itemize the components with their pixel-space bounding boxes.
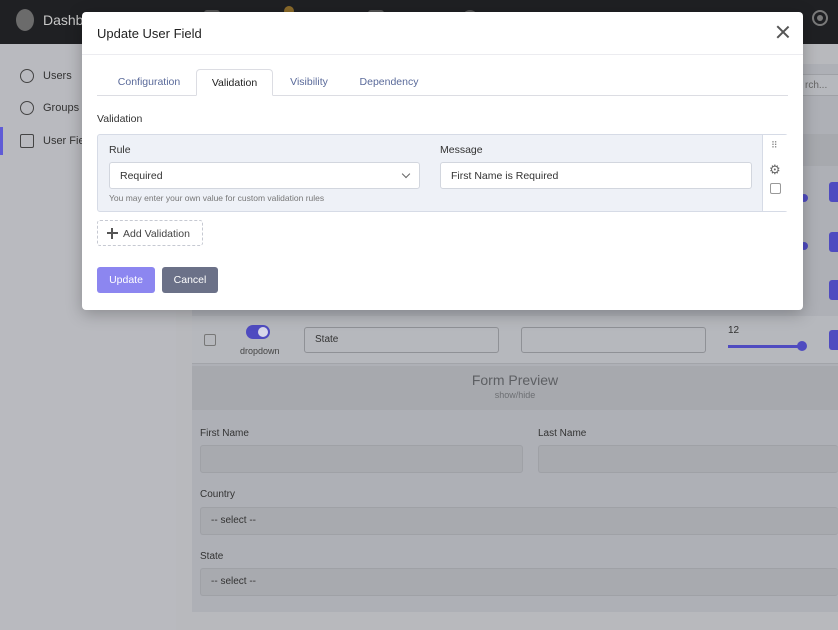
tab-validation[interactable]: Validation [196,69,273,96]
message-label: Message [440,144,483,156]
validation-rule-row: Rule Message Required First Name is Requ… [97,134,788,212]
state-label: State [200,551,224,562]
rule-label: Rule [109,144,131,156]
checkbox-icon [20,134,34,148]
tab-visibility[interactable]: Visibility [287,69,331,96]
first-name-label: First Name [200,428,249,439]
update-button[interactable]: Update [97,267,155,293]
plus-icon [107,228,118,239]
first-name-field[interactable] [200,445,523,473]
row-action-button[interactable] [829,182,838,202]
form-preview-toggle[interactable]: show/hide [192,390,838,400]
sidebar-item-label: Groups [43,102,80,114]
modal-title: Update User Field [97,26,202,41]
width-slider[interactable] [728,341,807,351]
sidebar-item-label: Users [43,70,72,82]
cancel-button[interactable]: Cancel [162,267,218,293]
sidebar-item-label: User Fie [43,135,85,147]
country-label: Country [200,489,236,500]
field-name-input[interactable]: State [304,327,499,353]
user-icon [20,69,34,83]
tab-configuration[interactable]: Configuration [115,69,183,96]
add-validation-button[interactable]: Add Validation [97,220,203,246]
row-action-button[interactable] [829,330,838,350]
country-select[interactable]: -- select -- [200,507,838,535]
row-select-checkbox[interactable] [770,183,781,194]
form-preview-title: Form Preview [471,372,559,388]
row-action-button[interactable] [829,232,838,252]
field-type-label: dropdown [240,346,280,356]
row-action-button[interactable] [829,280,838,300]
table-row [192,316,838,364]
slider-value: 12 [728,325,740,336]
chevron-down-icon [401,169,411,179]
update-user-field-modal: Update User Field Configuration Validati… [82,12,803,310]
tab-dependency[interactable]: Dependency [358,69,420,96]
row-checkbox[interactable] [204,334,216,346]
form-preview-header[interactable]: Form Preview show/hide [192,366,838,410]
search-input[interactable]: rch... [800,74,838,96]
section-label: Validation [97,113,143,125]
rule-select[interactable]: Required [109,162,420,189]
row-actions: ⠿ ⚙ [762,135,788,211]
gear-icon[interactable]: ⚙ [769,163,781,176]
state-select[interactable]: -- select -- [200,568,838,596]
groups-icon [20,101,34,115]
close-icon[interactable] [776,25,790,39]
modal-tabs: Configuration Validation Visibility Depe… [97,69,788,96]
message-input[interactable]: First Name is Required [440,162,752,189]
logo-icon[interactable] [16,9,34,31]
rule-hint: You may enter your own value for custom … [109,193,325,203]
modal-divider [82,54,803,55]
rule-select-value: Required [120,170,163,182]
last-name-label: Last Name [538,428,587,439]
required-toggle[interactable] [246,325,270,339]
target-icon[interactable] [812,10,828,26]
drag-handle-icon[interactable]: ⠿ [771,141,779,153]
add-validation-label: Add Validation [123,228,190,240]
last-name-field[interactable] [538,445,838,473]
field-value-input[interactable] [521,327,706,353]
